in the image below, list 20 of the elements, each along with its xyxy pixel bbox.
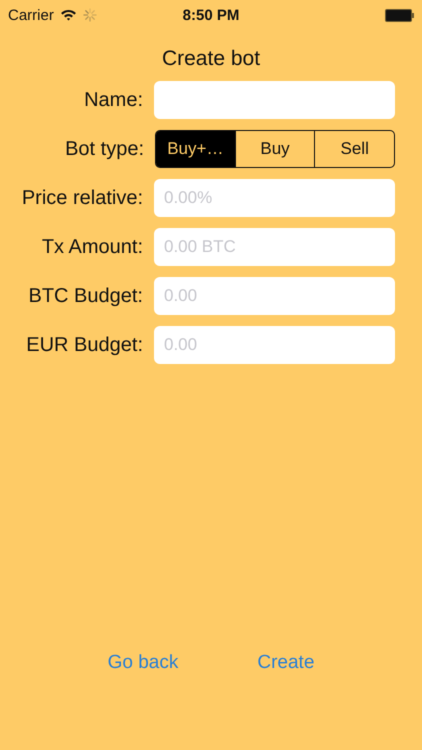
segment-button[interactable]: Buy [234,131,314,167]
field-label: Tx Amount: [40,236,144,258]
battery-icon [384,8,414,22]
input-field[interactable] [154,81,395,119]
input-field[interactable]: 0.00 BTC [154,228,395,266]
segment-button[interactable]: Sell [314,131,394,167]
field-label: BTC Budget: [27,284,144,308]
field-label: Bot type: [64,138,145,160]
input-field[interactable]: 0.00 [154,277,395,315]
screen-title: Create bot [160,47,262,72]
field-label: EUR Budget: [25,334,144,356]
carrier-label: Carrier [8,6,54,24]
segment-button[interactable]: Buy+… [156,131,235,167]
field-label: Price relative: [20,186,144,210]
status-time: 8:50 PM [182,6,240,24]
field-label: Name: [83,88,144,112]
input-field[interactable]: 0.00 [154,326,395,364]
wifi-icon [60,9,77,21]
activity-spinner-icon [82,8,97,22]
input-field[interactable]: 0.00% [154,179,395,217]
